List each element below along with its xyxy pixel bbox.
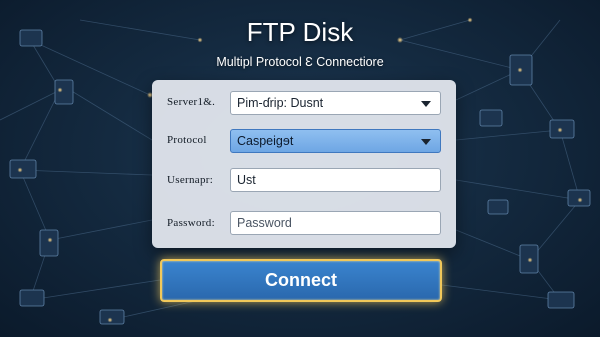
password-input[interactable]: Password	[230, 211, 441, 235]
server-select-value: Pim-ɗrip: Dusnt	[237, 96, 324, 110]
server-select[interactable]: Pim-ɗrip: Dusnt	[230, 91, 441, 115]
protocol-label: Protocol	[167, 134, 207, 146]
chevron-down-icon	[421, 101, 431, 107]
username-input[interactable]: Ust	[230, 168, 441, 192]
app-title: FTP Disk	[246, 17, 354, 47]
connection-form-panel: Server1&. Pim-ɗrip: Dusnt Protocol Caspe…	[152, 80, 456, 248]
password-placeholder: Password	[237, 216, 292, 230]
username-label: Usernapr:	[167, 174, 214, 186]
chevron-down-icon	[421, 139, 431, 145]
password-label: Password:	[167, 217, 215, 229]
protocol-select[interactable]: Caspeigɘt	[230, 129, 441, 153]
app-subtitle: Multipl Protocol Ɛ Connectiore	[216, 55, 384, 69]
protocol-select-value: Caspeigɘt	[237, 134, 294, 148]
server-label: Server1&.	[167, 96, 216, 108]
username-input-value: Ust	[237, 173, 256, 187]
connect-button[interactable]: Connect	[160, 259, 442, 302]
